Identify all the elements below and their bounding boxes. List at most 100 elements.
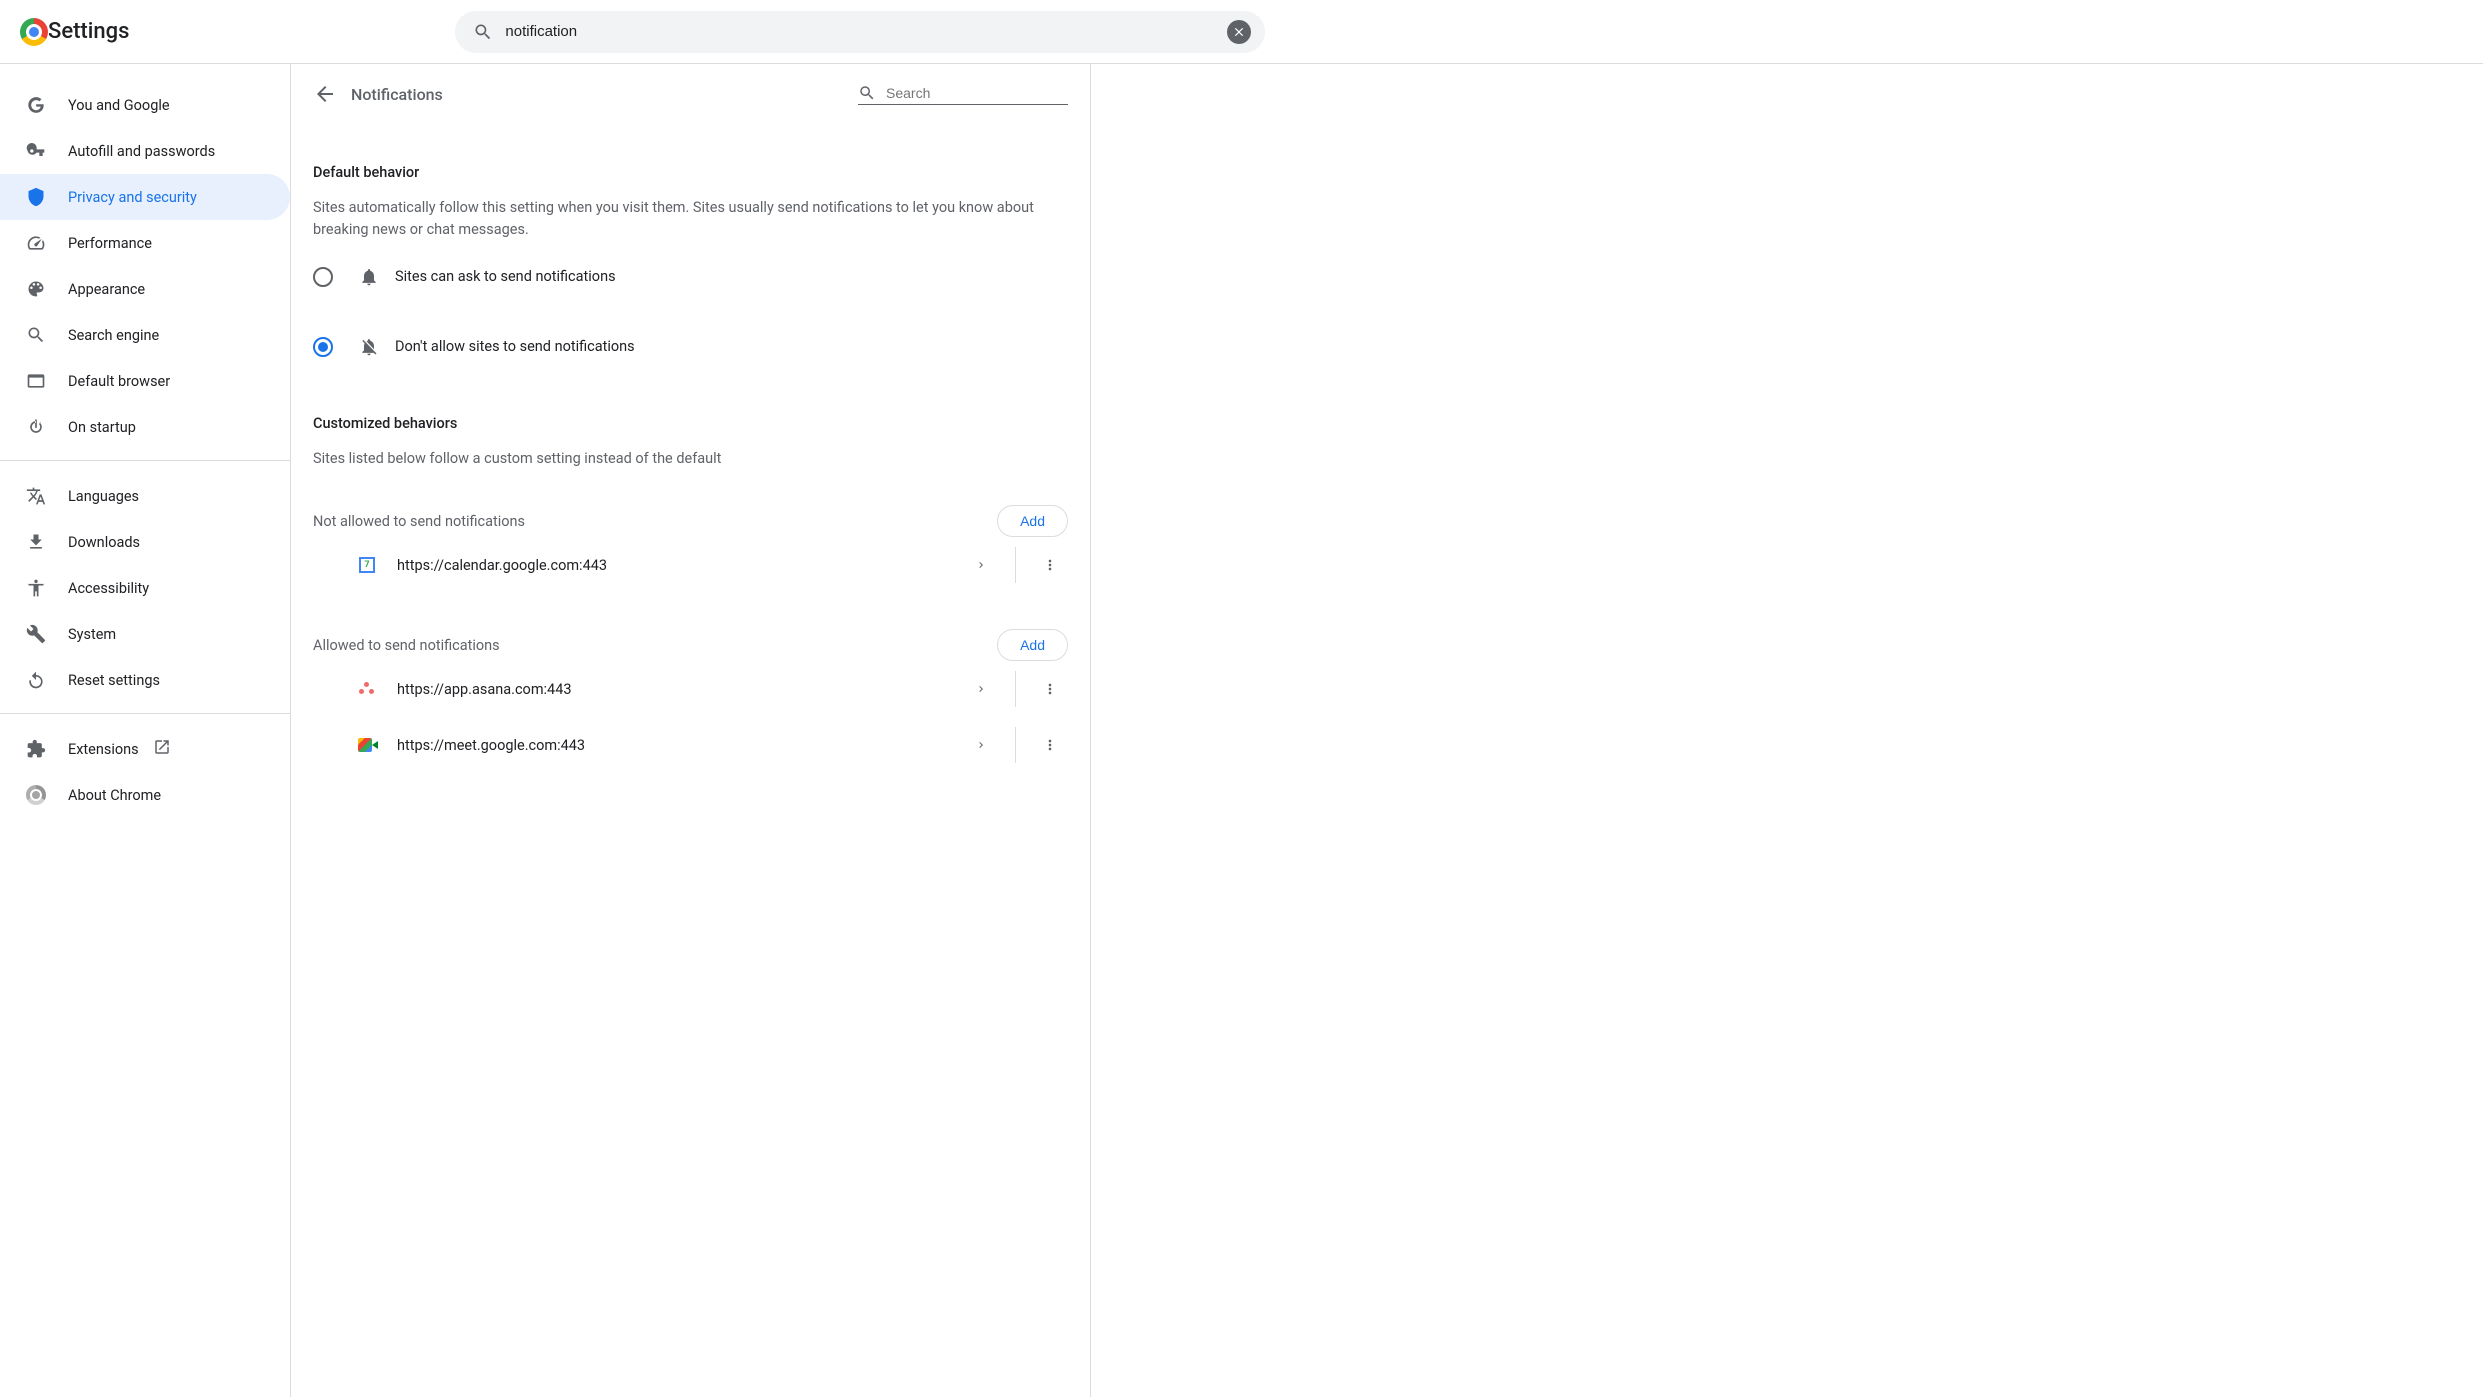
sidebar-item-label: Accessibility [68,580,149,597]
sidebar-item-default-browser[interactable]: Default browser [0,358,290,404]
sidebar-item-appearance[interactable]: Appearance [0,266,290,312]
sidebar-item-label: Performance [68,235,152,252]
content-header: Notifications [291,64,1090,106]
sidebar-item-label: Languages [68,488,139,505]
add-site-button[interactable]: Add [997,629,1068,661]
sidebar-item-performance[interactable]: Performance [0,220,290,266]
sidebar-item-label: Default browser [68,373,170,390]
sidebar-item-system[interactable]: System [0,611,290,657]
site-list-title: Allowed to send notifications [313,637,500,654]
speedometer-icon [26,233,46,253]
site-more-button[interactable] [1032,547,1068,583]
sidebar-item-label: Privacy and security [68,189,197,206]
sidebar-item-label: Reset settings [68,672,160,689]
chevron-right-icon [975,559,987,571]
palette-icon [26,279,46,299]
expand-site-button[interactable] [963,547,999,583]
inline-search[interactable] [858,84,1068,105]
sidebar-item-privacy-and-security[interactable]: Privacy and security [0,174,290,220]
sidebar-item-downloads[interactable]: Downloads [0,519,290,565]
sidebar-item-you-and-google[interactable]: You and Google [0,82,290,128]
more-vert-icon [1042,681,1058,697]
download-icon [26,532,46,552]
google-g-icon [26,95,46,115]
clear-search-button[interactable] [1227,20,1251,44]
accessibility-icon [26,578,46,598]
separator [1015,547,1016,583]
expand-site-button[interactable] [963,671,999,707]
sidebar-item-label: System [68,626,116,643]
shield-icon [26,187,46,207]
radio-option-dont-allow[interactable]: Don't allow sites to send notifications [313,333,1068,361]
add-site-button[interactable]: Add [997,505,1068,537]
sidebar-item-label: Downloads [68,534,140,551]
translate-icon [26,486,46,506]
chevron-right-icon [975,739,987,751]
inline-search-input[interactable] [886,85,1068,101]
sidebar-item-extensions[interactable]: Extensions [0,726,290,772]
calendar-favicon-icon: 7 [357,555,377,575]
radio-option-can-ask[interactable]: Sites can ask to send notifications [313,263,1068,291]
site-url: https://app.asana.com:443 [397,681,963,698]
more-vert-icon [1042,557,1058,573]
search-icon [473,22,493,42]
extensions-icon [26,739,46,759]
sidebar-item-label: You and Google [68,97,170,114]
sidebar-item-about-chrome[interactable]: About Chrome [0,772,290,818]
global-search-bar[interactable] [455,11,1265,53]
asana-favicon-icon [357,679,377,699]
radio-control[interactable] [313,267,333,287]
site-row: https://meet.google.com:443 [313,717,1068,773]
search-icon [26,325,46,345]
wrench-icon [26,624,46,644]
site-url: https://meet.google.com:443 [397,737,963,754]
site-url: https://calendar.google.com:443 [397,557,963,574]
main-content-column: Notifications Default behavior Sites aut… [290,64,2483,1397]
meet-favicon-icon [357,735,377,755]
site-more-button[interactable] [1032,671,1068,707]
sidebar-item-accessibility[interactable]: Accessibility [0,565,290,611]
browser-icon [26,371,46,391]
sidebar-item-label: On startup [68,419,136,436]
reset-icon [26,670,46,690]
sidebar-item-languages[interactable]: Languages [0,473,290,519]
separator [1015,671,1016,707]
app-title: Settings [48,19,129,44]
customized-heading: Customized behaviors [313,415,1068,432]
sidebar-item-label: Extensions [68,741,139,758]
power-icon [26,417,46,437]
chrome-icon [26,785,46,805]
page-title: Notifications [351,85,858,104]
bell-off-icon [359,337,379,357]
bell-icon [359,267,379,287]
separator [1015,727,1016,763]
radio-control[interactable] [313,337,333,357]
back-button[interactable] [313,82,337,106]
sidebar-item-label: Autofill and passwords [68,143,215,160]
more-vert-icon [1042,737,1058,753]
site-row: https://app.asana.com:443 [313,661,1068,717]
site-list-title: Not allowed to send notifications [313,513,525,530]
global-search-input[interactable] [505,23,1227,40]
sidebar-item-label: Search engine [68,327,159,344]
radio-label: Don't allow sites to send notifications [395,338,635,355]
default-behavior-heading: Default behavior [313,164,1068,181]
sidebar-item-on-startup[interactable]: On startup [0,404,290,450]
customized-description: Sites listed below follow a custom setti… [313,448,1068,470]
chrome-logo-icon [20,18,48,46]
sidebar-item-search-engine[interactable]: Search engine [0,312,290,358]
default-behavior-description: Sites automatically follow this setting … [313,197,1068,241]
sidebar-item-autofill-and-passwords[interactable]: Autofill and passwords [0,128,290,174]
expand-site-button[interactable] [963,727,999,763]
search-icon [858,84,876,102]
sidebar-item-label: About Chrome [68,787,161,804]
sidebar-item-label: Appearance [68,281,145,298]
arrow-back-icon [313,82,337,106]
close-icon [1232,25,1246,39]
radio-label: Sites can ask to send notifications [395,268,616,285]
sidebar-item-reset-settings[interactable]: Reset settings [0,657,290,703]
site-more-button[interactable] [1032,727,1068,763]
key-icon [26,141,46,161]
site-row: 7 https://calendar.google.com:443 [313,537,1068,593]
header: Settings [0,0,2483,64]
